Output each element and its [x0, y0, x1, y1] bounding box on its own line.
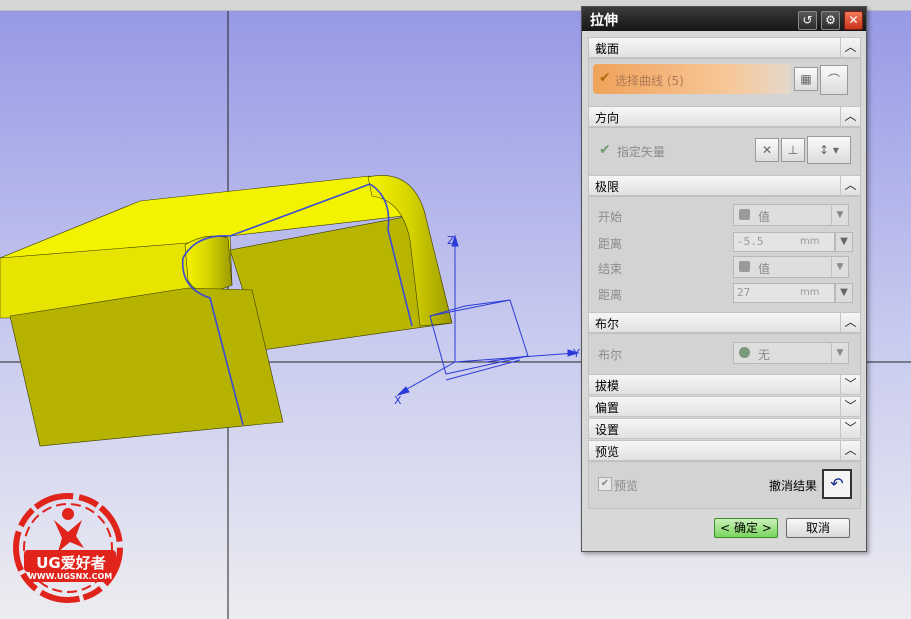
section-header-draft[interactable]: 拔模 ﹀ — [588, 374, 861, 395]
end-type-value: 值 — [758, 262, 771, 276]
boolean-select[interactable]: 无 ▼ — [733, 342, 849, 364]
section-header-settings[interactable]: 设置 ﹀ — [588, 418, 861, 439]
direction-body: ✔ 指定矢量 ✕ ⊥ ↕ ▾ — [588, 127, 861, 177]
settings-icon[interactable]: ⚙ — [821, 11, 840, 30]
end-unit: mm — [800, 287, 820, 298]
offset-header-label: 偏置 — [595, 401, 620, 415]
section-header-offset[interactable]: 偏置 ﹀ — [588, 396, 861, 417]
dialog-title: 拉伸 — [590, 13, 618, 29]
section-header-direction[interactable]: 方向 ︿ — [588, 106, 861, 127]
boolean-value: 无 — [758, 348, 771, 362]
boolean-label: 布尔 — [598, 348, 623, 362]
select-curve-row[interactable]: ✔ 选择曲线 (5) — [593, 64, 791, 94]
specify-vector-label: 指定矢量 — [617, 145, 666, 159]
select-curve-label: 选择曲线 (5) — [615, 74, 684, 88]
boolean-header-label: 布尔 — [595, 317, 620, 331]
expand-chevron-icon[interactable]: ﹀ — [840, 419, 860, 438]
cancel-button[interactable]: 取消 — [786, 518, 850, 538]
end-distance-menu-icon[interactable]: ▼ — [835, 283, 853, 303]
axis-label-y: Y — [572, 347, 580, 360]
collapse-chevron-icon[interactable]: ︿ — [840, 313, 860, 332]
value-icon — [739, 261, 750, 272]
axis-label-x: X — [394, 394, 402, 407]
limits-body: 开始 值 ▼ 距离 -5.5 mm ▼ 结束 值 ▼ 距离 27 mm ▼ — [588, 196, 861, 313]
preview-checkbox-label: 预览 — [614, 479, 639, 493]
curve-select-icon[interactable]: ⌒ — [820, 65, 848, 95]
ok-button[interactable]: < 确定 > — [714, 518, 778, 538]
limits-header-label: 极限 — [595, 180, 620, 194]
section-header-label: 截面 — [595, 42, 620, 56]
expand-chevron-icon[interactable]: ﹀ — [840, 397, 860, 416]
axis-label-z: Z — [447, 234, 455, 247]
draft-header-label: 拔模 — [595, 379, 620, 393]
start-distance-label: 距离 — [598, 237, 623, 251]
undo-result-icon[interactable]: ↶ — [822, 469, 852, 499]
brand-logo-graphic — [13, 493, 123, 603]
collapse-chevron-icon[interactable]: ︿ — [840, 176, 860, 195]
start-unit: mm — [800, 236, 820, 247]
preview-header-label: 预览 — [595, 445, 620, 459]
direction-header-label: 方向 — [595, 111, 620, 125]
section-header-limits[interactable]: 极限 ︿ — [588, 175, 861, 196]
dialog-titlebar[interactable]: 拉伸 ↺ ⚙ ✕ — [582, 7, 866, 31]
end-distance-label: 距离 — [598, 288, 623, 302]
settings-header-label: 设置 — [595, 423, 620, 437]
expand-chevron-icon[interactable]: ﹀ — [840, 375, 860, 394]
reverse-direction-icon[interactable]: ✕ — [755, 138, 779, 162]
end-distance-value: 27 — [737, 286, 751, 299]
vector-type-dropdown[interactable]: ↕ ▾ — [807, 136, 851, 164]
chevron-down-icon[interactable]: ▼ — [831, 343, 848, 363]
collapse-chevron-icon[interactable]: ︿ — [840, 107, 860, 126]
chevron-down-icon[interactable]: ▼ — [831, 257, 848, 277]
brand-logo: UG爱好者 WWW.UGSNX.COM — [10, 490, 130, 608]
end-label: 结束 — [598, 262, 623, 276]
undo-result-label: 撤消结果 — [769, 479, 818, 493]
start-type-value: 值 — [758, 210, 771, 224]
value-icon — [739, 209, 750, 220]
section-header-section[interactable]: 截面 ︿ — [588, 37, 861, 58]
start-distance-menu-icon[interactable]: ▼ — [835, 232, 853, 252]
end-type-select[interactable]: 值 ▼ — [733, 256, 849, 278]
logo-url-text: WWW.UGSNX.COM — [28, 572, 113, 581]
section-header-preview[interactable]: 预览 ︿ — [588, 440, 861, 461]
reset-icon[interactable]: ↺ — [798, 11, 817, 30]
extrude-dialog: 拉伸 ↺ ⚙ ✕ 截面 ︿ ✔ 选择曲线 (5) ▦ ⌒ 方向 ︿ ✔ 指定矢量… — [581, 6, 867, 552]
end-distance-input[interactable]: 27 mm — [733, 283, 835, 303]
chevron-down-icon[interactable]: ▼ — [831, 205, 848, 225]
check-icon: ✔ — [599, 142, 611, 158]
start-distance-value: -5.5 — [737, 235, 764, 248]
start-distance-input[interactable]: -5.5 mm — [733, 232, 835, 252]
collapse-chevron-icon[interactable]: ︿ — [840, 38, 860, 57]
sketch-section-icon[interactable]: ▦ — [794, 67, 818, 91]
check-icon: ✔ — [599, 70, 611, 86]
section-header-boolean[interactable]: 布尔 ︿ — [588, 312, 861, 333]
collapse-chevron-icon[interactable]: ︿ — [840, 441, 860, 460]
section-body: ✔ 选择曲线 (5) ▦ ⌒ — [588, 58, 861, 108]
vector-dialog-icon[interactable]: ⊥ — [781, 138, 805, 162]
preview-checkbox[interactable]: ✔ — [598, 477, 612, 491]
logo-brand-text: UG爱好者 — [36, 554, 106, 572]
close-icon[interactable]: ✕ — [844, 11, 863, 30]
start-type-select[interactable]: 值 ▼ — [733, 204, 849, 226]
preview-body: ✔ 预览 撤消结果 ↶ — [588, 461, 861, 509]
boolean-none-icon — [739, 347, 750, 358]
start-label: 开始 — [598, 210, 623, 224]
boolean-body: 布尔 无 ▼ — [588, 333, 861, 375]
